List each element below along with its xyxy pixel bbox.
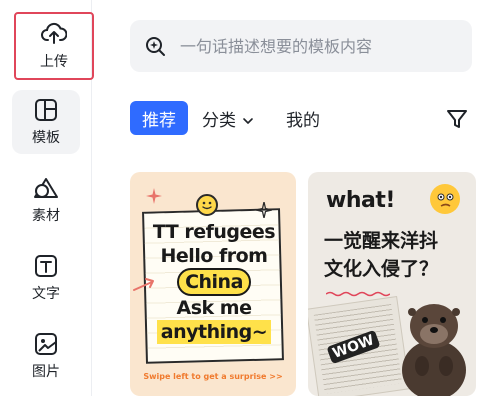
card-line: Hello from (160, 245, 268, 267)
sparkle-icon (146, 188, 162, 204)
cloud-upload-icon (41, 21, 67, 47)
filter-icon[interactable] (446, 108, 468, 130)
search-input[interactable] (180, 36, 460, 56)
card-line: TT refugees (152, 221, 276, 243)
template-tabs: 推荐 分类 我的 (130, 101, 475, 137)
card-line: anything~ (156, 320, 272, 344)
sidebar-item-label: 素材 (32, 208, 60, 224)
card-title: what! (326, 188, 395, 213)
sidebar-item-upload[interactable]: 上传 (14, 12, 94, 80)
template-search-bar[interactable] (130, 20, 472, 72)
card-line: 文化入侵了？ (324, 258, 439, 280)
template-card[interactable]: TT refugees Hello from China Ask me anyt… (130, 172, 296, 396)
template-card[interactable]: what! 一觉醒来洋抖 文化入侵了？ WOW (308, 172, 476, 396)
card-headline: TT refugees Hello from China Ask me anyt… (146, 220, 282, 344)
smiley-icon (196, 194, 218, 216)
ai-search-icon (144, 35, 166, 57)
shapes-icon (33, 175, 59, 201)
sidebar-item-label: 模板 (32, 130, 60, 146)
tab-mine[interactable]: 我的 (286, 101, 320, 135)
sidebar-item-label: 文字 (32, 286, 60, 302)
thinking-emoji-icon (430, 184, 460, 214)
sidebar-item-material[interactable]: 素材 (12, 168, 80, 232)
sidebar-item-label: 图片 (32, 364, 60, 380)
card-footer: Swipe left to get a surprise >> (143, 372, 283, 381)
sparkle-icon (255, 201, 273, 219)
template-icon (33, 97, 59, 123)
sidebar-item-template[interactable]: 模板 (12, 90, 80, 154)
chevron-down-icon (242, 112, 254, 124)
otter-image (394, 290, 472, 396)
squiggle-underline (325, 282, 391, 297)
card-line: 一觉醒来洋抖 (324, 230, 439, 252)
sidebar-item-image[interactable]: 图片 (12, 324, 80, 388)
sidebar-item-text[interactable]: 文字 (12, 246, 80, 310)
image-icon (33, 331, 59, 357)
tab-category[interactable]: 分类 (202, 101, 254, 135)
card-line: China (177, 268, 251, 296)
card-line: Ask me (176, 297, 252, 319)
tab-category-label: 分类 (202, 110, 236, 131)
sidebar-item-label: 上传 (40, 54, 68, 70)
text-icon (33, 253, 59, 279)
tab-recommended[interactable]: 推荐 (130, 101, 188, 135)
sidebar: 上传 模板 素材 文字 图片 (0, 0, 94, 396)
